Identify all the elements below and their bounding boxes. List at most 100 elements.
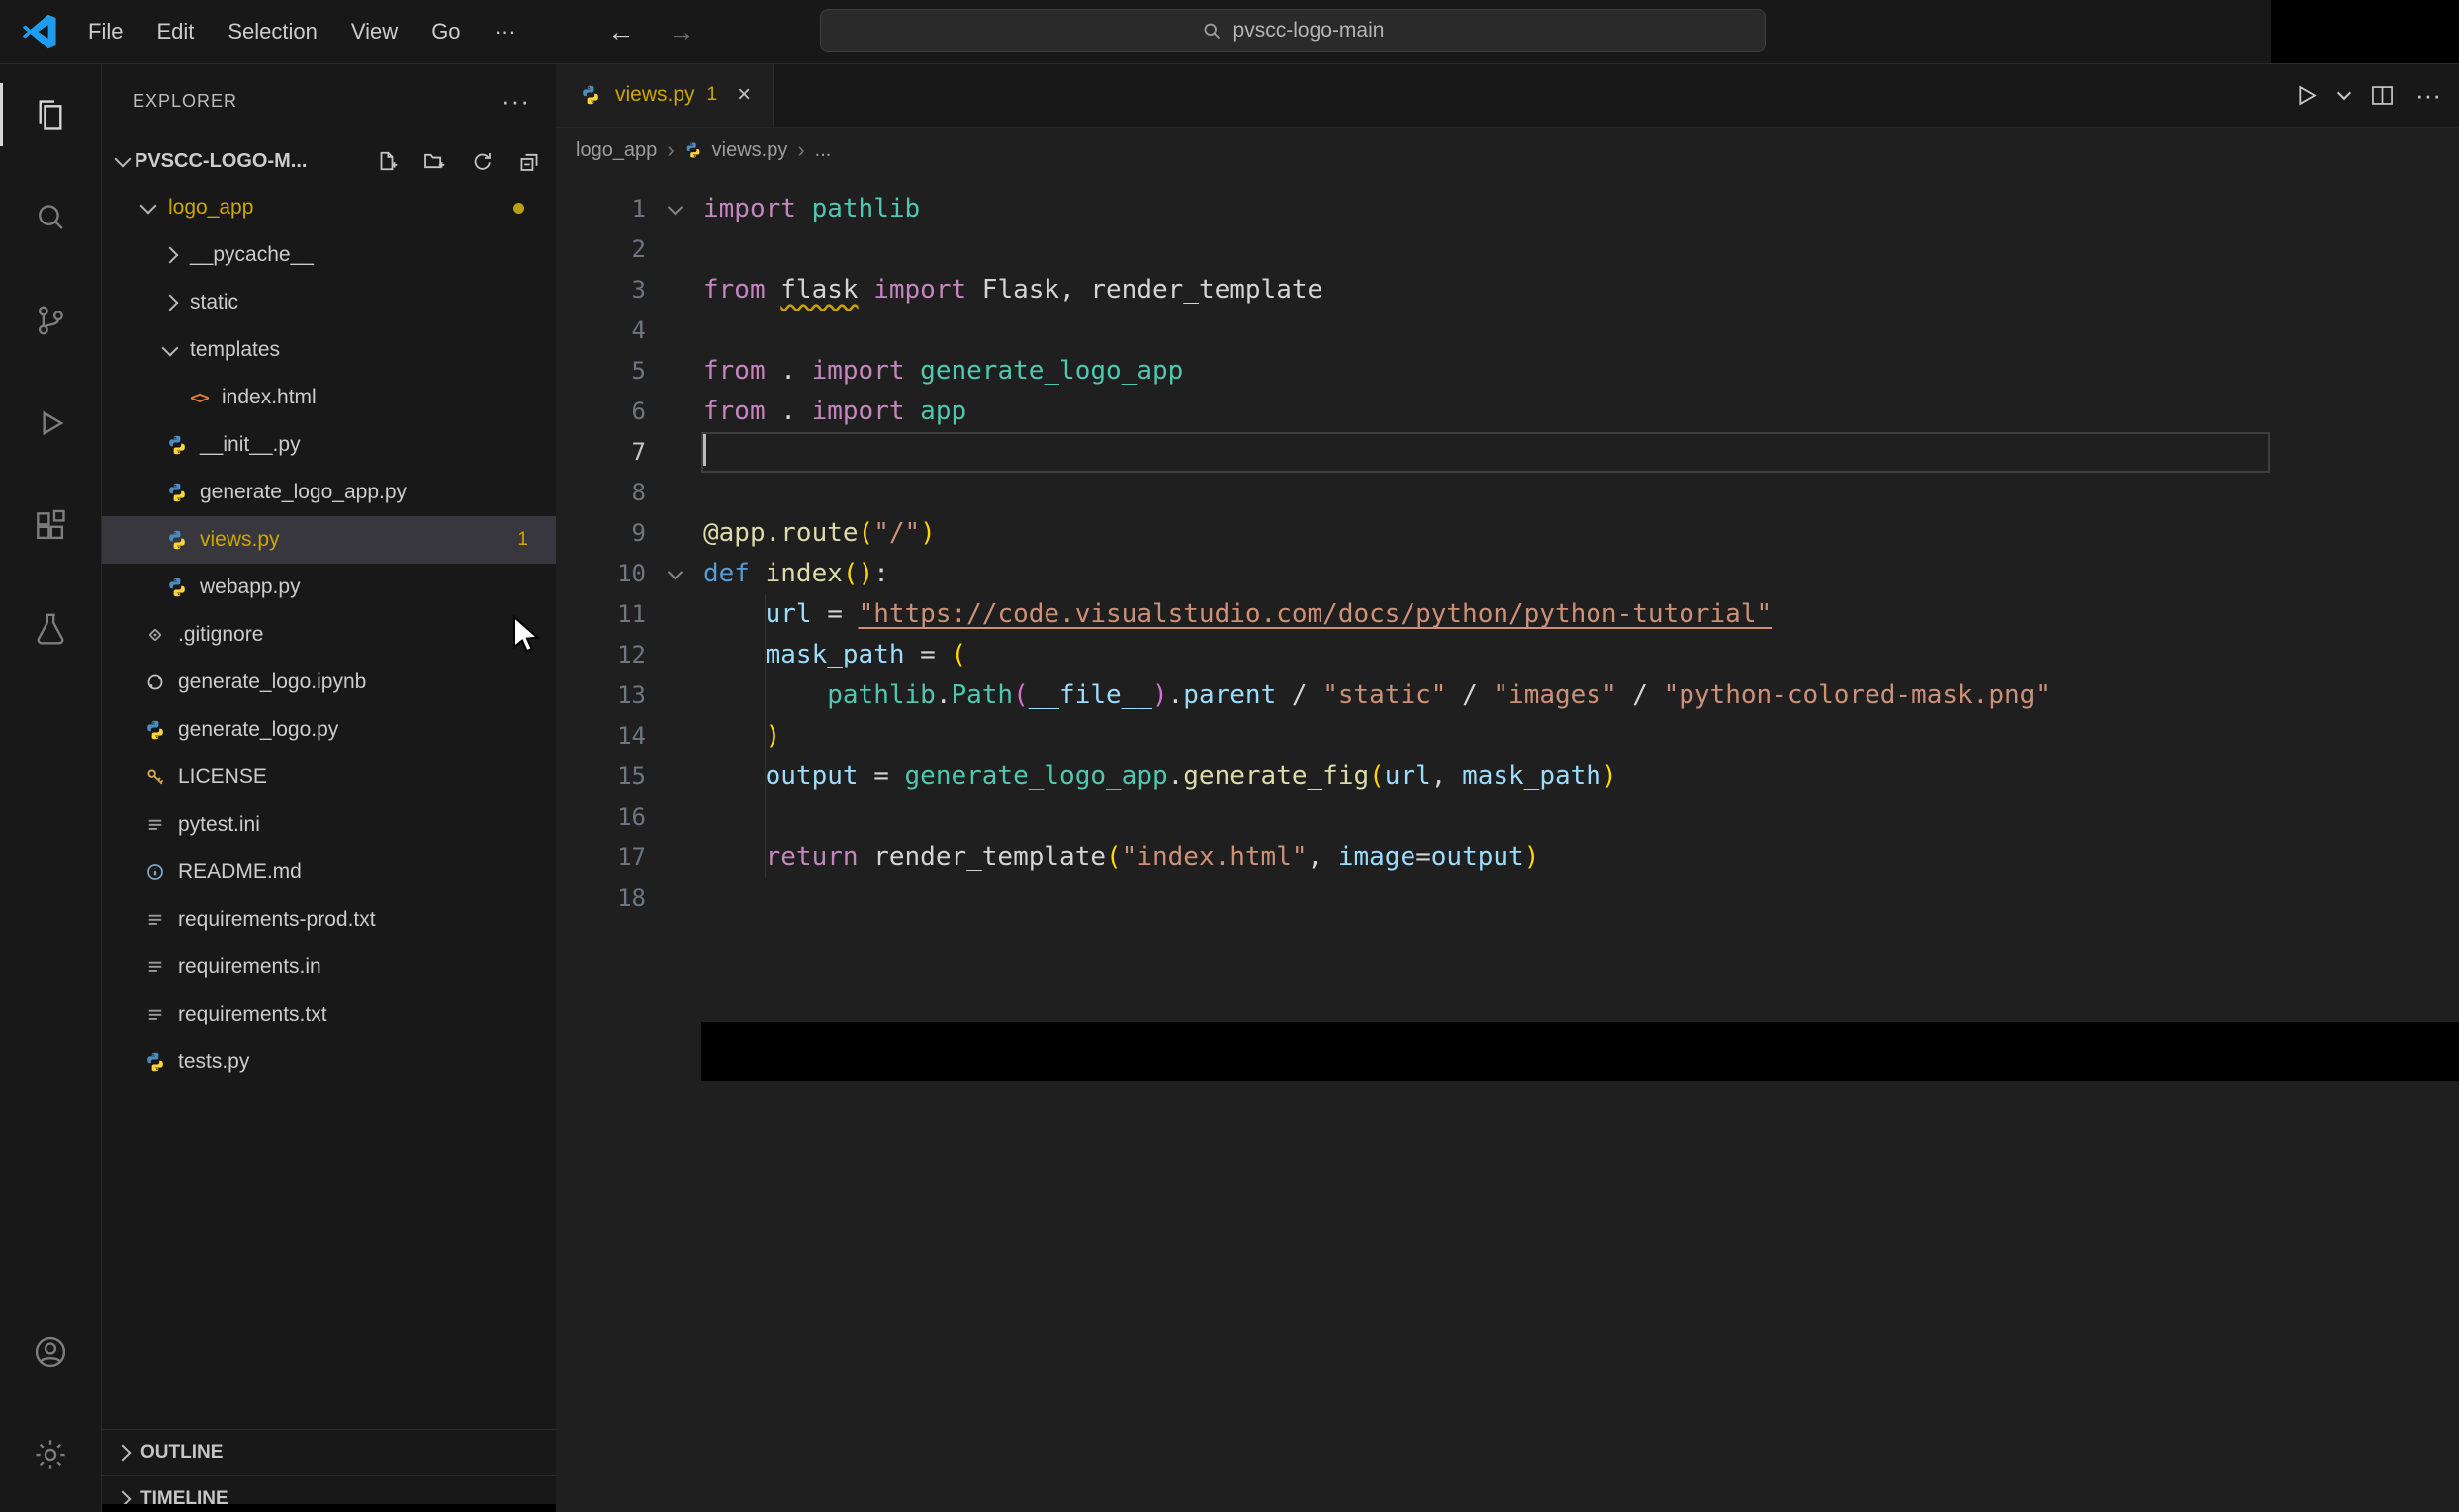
workspace-section-header[interactable]: PVSCC-LOGO-M... [101,138,556,184]
close-icon[interactable]: × [737,81,751,109]
code-line-8[interactable]: 8 [556,473,2459,513]
tree-item-pytest-ini[interactable]: pytest.ini [101,801,556,848]
line-number: 10 [617,560,646,587]
code-line-3[interactable]: 3 from flask import Flask, render_templat… [556,270,2459,311]
token: . [935,680,952,710]
menu-go[interactable]: Go [414,0,477,63]
code-line-9[interactable]: 9 @app.route("/") [556,513,2459,554]
tree-item-license[interactable]: LICENSE [101,754,556,801]
menu-view[interactable]: View [334,0,414,63]
token: import [873,275,967,305]
code-line-5[interactable]: 5 from . import generate_logo_app [556,351,2459,392]
new-folder-icon[interactable] [423,150,445,172]
menu-edit[interactable]: Edit [139,0,211,63]
split-editor-icon[interactable] [2369,82,2396,109]
code-line-7[interactable]: 7 [556,432,2459,473]
activity-source-control-button[interactable] [0,269,101,372]
tree-item-static[interactable]: static [101,279,556,326]
sidebar-more-actions-icon[interactable]: ··· [501,88,530,114]
activity-extensions-button[interactable] [0,475,101,578]
code-line-2[interactable]: 2 [556,229,2459,270]
tree-item-templates[interactable]: templates [101,326,556,374]
code-area[interactable]: 1 import pathlib 2 3 from flask import Flask… [556,173,2459,919]
code-text: mask_path = ( [703,635,2459,675]
tree-item-pycache[interactable]: __pycache__ [101,231,556,279]
tree-item-requirements-prod-txt[interactable]: requirements-prod.txt [101,896,556,943]
token: import [703,194,796,223]
tree-item-generate-logo-app-py[interactable]: generate_logo_app.py [101,469,556,516]
code-line-13[interactable]: 13 pathlib.Path(__file__).parent / "stat… [556,675,2459,716]
tree-item-requirements-in[interactable]: requirements.in [101,943,556,991]
activity-search-button[interactable] [0,166,101,269]
code-line-15[interactable]: 15 output = generate_logo_app.generate_f… [556,756,2459,797]
tree-item-views-py[interactable]: views.py 1 [101,516,556,564]
token: generate_logo_app [920,356,1184,386]
tree-item-index-html[interactable]: <> index.html [101,374,556,421]
tree-item-tests-py[interactable]: tests.py [101,1038,556,1086]
code-line-16[interactable]: 16 [556,797,2459,838]
menu-more[interactable]: ··· [478,0,533,63]
chevron-right-icon [114,1444,132,1462]
code-line-12[interactable]: 12 mask_path = ( [556,635,2459,675]
token: import [811,397,905,426]
extensions-icon [37,509,65,540]
token: output [765,761,859,791]
tree-item-webapp-py[interactable]: webapp.py [101,564,556,611]
fold-chevron-icon[interactable] [667,564,683,579]
tree-item-logo-app[interactable]: logo_app [101,184,556,231]
breadcrumb-item[interactable]: logo_app [576,139,657,162]
tree-item-init-py[interactable]: __init__.py [101,421,556,469]
command-center-search[interactable]: pvscc-logo-main [820,9,1766,52]
account-button[interactable] [0,1300,101,1403]
run-dropdown-chevron-icon[interactable] [2336,85,2352,101]
tab-bar: views.py 1 × ··· [556,63,2459,128]
activity-explorer-button[interactable] [0,63,101,166]
outline-section[interactable]: OUTLINE [101,1429,556,1475]
code-text: def index(): [703,554,2459,594]
code-line-10[interactable]: 10 def index(): [556,554,2459,594]
breadcrumb-item[interactable]: views.py [712,139,788,162]
search-text: pvscc-logo-main [1232,19,1385,42]
chevron-right-icon [161,246,179,264]
token: pathlib [827,680,936,710]
line-number: 1 [631,195,646,222]
tree-item-generate-logo-ipynb[interactable]: generate_logo.ipynb [101,659,556,706]
forward-icon[interactable]: → [669,17,695,47]
code-line-1[interactable]: 1 import pathlib [556,189,2459,229]
code-line-18[interactable]: 18 [556,878,2459,919]
menu-selection[interactable]: Selection [211,0,334,63]
breadcrumb-item[interactable]: ... [815,139,832,162]
more-actions-icon[interactable]: ··· [2415,80,2441,111]
token: ) [1600,761,1617,791]
refresh-icon[interactable] [471,150,493,172]
code-line-4[interactable]: 4 [556,311,2459,351]
activity-run-debug-button[interactable] [0,372,101,475]
new-file-icon[interactable] [376,150,398,172]
tree-item-generate-logo-py[interactable]: generate_logo.py [101,706,556,754]
code-line-17[interactable]: 17 return render_template("index.html", … [556,838,2459,878]
fold-chevron-icon[interactable] [667,199,683,215]
tree-item-readme-md[interactable]: README.md [101,848,556,896]
chevron-down-icon [114,150,132,167]
settings-button[interactable] [0,1403,101,1506]
code-line-6[interactable]: 6 from . import app [556,392,2459,432]
code-text: pathlib.Path(__file__).parent / "static"… [703,675,2459,716]
tab-views-py[interactable]: views.py 1 × [556,63,774,127]
token: render_template [873,843,1107,872]
tree-item-gitignore[interactable]: .gitignore [101,611,556,659]
activity-testing-button[interactable] [0,578,101,680]
code-line-14[interactable]: 14 ) [556,716,2459,756]
code-text: @app.route("/") [703,513,2459,554]
menu-file[interactable]: File [71,0,139,63]
collapse-all-icon[interactable] [518,150,540,172]
tree-item-label: requirements.txt [178,1003,327,1025]
back-icon[interactable]: ← [608,17,635,47]
code-line-11[interactable]: 11 url = "https://code.visualstudio.com/… [556,594,2459,635]
run-file-icon[interactable] [2293,82,2320,109]
editor-group: views.py 1 × ··· logo_app › views.py ›... 1… [556,63,2459,1512]
token: = [858,761,905,791]
tree-item-requirements-txt[interactable]: requirements.txt [101,991,556,1038]
text-icon [142,1002,168,1027]
